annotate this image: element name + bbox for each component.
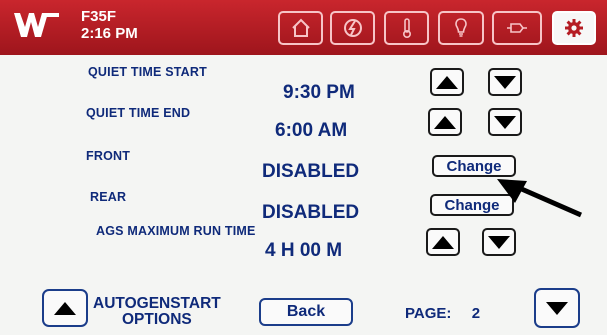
quiet-time-start-value: 9:30 PM	[283, 82, 355, 103]
options-line-1: AUTOGENSTART	[93, 295, 221, 312]
rear-label: REAR	[90, 190, 127, 204]
quiet-end-up-button[interactable]	[428, 108, 462, 136]
ags-run-time-up-button[interactable]	[426, 228, 460, 256]
thermometer-icon	[402, 18, 411, 39]
generator-button[interactable]	[330, 11, 375, 45]
arrow-down-icon	[488, 235, 510, 249]
arrow-down-icon	[494, 75, 516, 89]
quiet-start-up-button[interactable]	[430, 68, 464, 96]
page-indicator: PAGE: 2	[405, 305, 480, 322]
home-icon	[291, 18, 310, 37]
touch-screen: F35F 2:16 PM QUIET TIME START 9:30 PM QU…	[0, 0, 607, 335]
temperature-button[interactable]	[384, 11, 429, 45]
arrow-up-icon	[432, 235, 454, 249]
power-button[interactable]	[492, 11, 542, 45]
front-change-button[interactable]: Change	[432, 155, 516, 177]
page-down-button[interactable]	[534, 288, 580, 328]
quiet-time-end-label: QUIET TIME END	[86, 106, 191, 120]
front-label: FRONT	[86, 149, 131, 163]
front-status-value: DISABLED	[262, 161, 360, 182]
ags-max-run-time-value: 4 H 00 M	[265, 240, 343, 261]
ags-max-run-time-label: AGS MAXIMUM RUN TIME	[96, 224, 256, 238]
home-button[interactable]	[278, 11, 323, 45]
generator-icon	[343, 19, 362, 37]
header-bar: F35F 2:16 PM	[0, 0, 607, 55]
quiet-time-start-label: QUIET TIME START	[88, 65, 207, 79]
quiet-start-down-button[interactable]	[488, 68, 522, 96]
clock-time: 2:16 PM	[81, 25, 138, 42]
pointer-arrow-icon	[497, 179, 583, 218]
arrow-up-icon	[436, 75, 458, 89]
ags-run-time-down-button[interactable]	[482, 228, 516, 256]
arrow-down-icon	[494, 115, 516, 129]
autogenstart-options-label: AUTOGENSTART OPTIONS	[93, 296, 221, 328]
options-line-2: OPTIONS	[121, 311, 192, 328]
settings-button[interactable]	[552, 11, 596, 45]
arrow-down-icon	[546, 301, 568, 315]
page-up-button[interactable]	[42, 289, 88, 327]
gear-icon	[565, 19, 583, 37]
model-name: F35F	[81, 8, 117, 25]
light-bulb-icon	[455, 18, 467, 37]
rear-status-value: DISABLED	[262, 202, 360, 223]
arrow-up-icon	[54, 301, 76, 315]
back-button[interactable]: Back	[259, 298, 353, 326]
quiet-time-end-value: 6:00 AM	[275, 120, 348, 141]
arrow-up-icon	[434, 115, 456, 129]
plug-icon	[507, 23, 527, 33]
brand-logo	[14, 13, 59, 37]
page-number: 2	[471, 305, 481, 322]
lighting-button[interactable]	[438, 11, 484, 45]
page-label: PAGE:	[405, 305, 452, 322]
quiet-end-down-button[interactable]	[488, 108, 522, 136]
